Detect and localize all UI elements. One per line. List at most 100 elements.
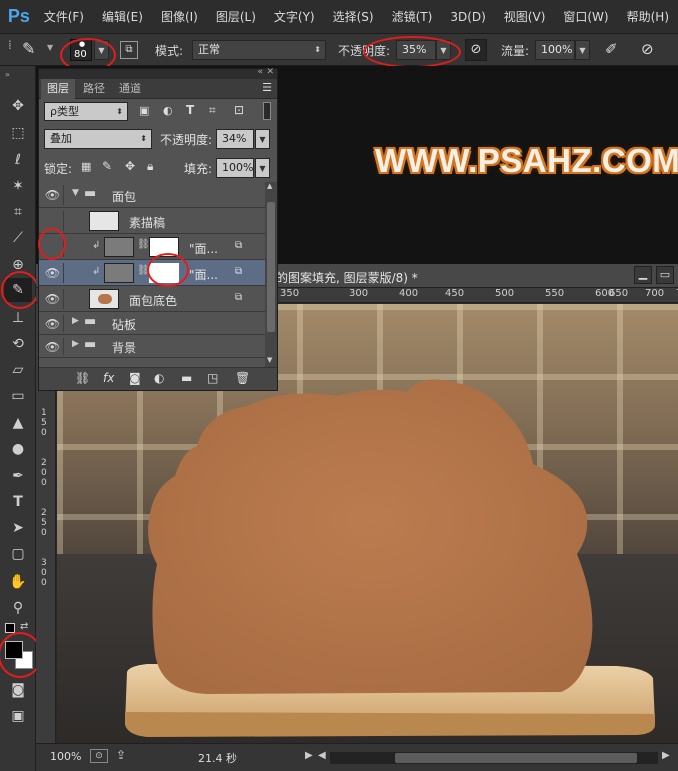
layer-list-scroll-thumb[interactable] <box>267 202 275 332</box>
path-selection-tool-icon[interactable]: ➤ <box>4 516 32 540</box>
brush-tool-preset-icon[interactable]: ✎ <box>22 39 35 58</box>
lock-pixels-icon[interactable]: ✎ <box>102 159 112 173</box>
panel-menu-icon[interactable]: ☰ <box>262 81 272 94</box>
menu-type[interactable]: 文字(Y) <box>265 8 324 25</box>
expand-arrow-icon[interactable]: ▼ <box>72 188 79 198</box>
menu-help[interactable]: 帮助(H) <box>618 8 678 25</box>
dodge-tool-icon[interactable]: ● <box>4 437 32 461</box>
trash-icon[interactable]: 🗑︎ <box>235 371 250 385</box>
filter-smart-object-icon[interactable]: ⊡ <box>234 103 244 117</box>
menu-window[interactable]: 窗口(W) <box>554 8 617 25</box>
healing-brush-tool-icon[interactable]: ⊕ <box>4 253 32 277</box>
layer-row-background-group[interactable]: 👁︎ ▶ ▬ 背景 <box>39 335 265 358</box>
lock-transparency-icon[interactable]: ▦ <box>81 160 91 173</box>
layer-name[interactable]: 素描稿 <box>129 214 165 231</box>
tab-paths[interactable]: 路径 <box>77 79 111 99</box>
adjustment-layer-icon[interactable]: ◐ <box>154 371 164 385</box>
lock-position-icon[interactable]: ✥ <box>125 159 135 173</box>
pressure-size-icon[interactable]: ⊘ <box>641 40 654 58</box>
zoom-level[interactable]: 100% <box>50 750 81 763</box>
filter-type-icon[interactable]: T <box>186 103 194 117</box>
move-tool-icon[interactable]: ✥ <box>4 94 32 118</box>
scroll-down-icon[interactable]: ▼ <box>267 356 272 364</box>
layer-name[interactable]: 面包 <box>112 188 136 205</box>
minimize-icon[interactable]: ▁ <box>634 266 652 284</box>
layer-opacity-field[interactable]: 34% <box>216 129 254 149</box>
visibility-off-box[interactable]: · <box>42 237 64 257</box>
menu-select[interactable]: 选择(S) <box>324 8 383 25</box>
flow-dropdown[interactable]: ▼ <box>575 40 590 60</box>
horizontal-scrollbar[interactable] <box>330 752 658 764</box>
layer-name[interactable]: "面... <box>189 266 218 283</box>
menu-file[interactable]: 文件(F) <box>35 8 93 25</box>
foreground-color-swatch[interactable] <box>5 641 23 659</box>
flow-field[interactable]: 100% <box>535 40 575 60</box>
layer-name[interactable]: 背景 <box>112 339 136 356</box>
layer-row-bread-group[interactable]: 👁︎ ▼ ▬ 面包 <box>39 182 265 208</box>
visibility-off-box[interactable]: · <box>42 211 64 231</box>
collapse-arrows-icon[interactable]: » <box>5 70 10 79</box>
pen-tool-icon[interactable]: ✒ <box>4 464 32 488</box>
stamp-tool-icon[interactable]: ⊥ <box>4 306 32 330</box>
magic-wand-tool-icon[interactable]: ✶ <box>4 174 32 198</box>
status-menu-arrow-icon[interactable]: ▶ <box>305 750 313 761</box>
swap-colors-icon[interactable]: ⇄ <box>20 621 28 632</box>
filter-shape-icon[interactable]: ⌗ <box>209 103 216 118</box>
zoom-tool-icon[interactable]: ⚲ <box>4 596 32 620</box>
menu-image[interactable]: 图像(I) <box>152 8 207 25</box>
menu-filter[interactable]: 滤镜(T) <box>383 8 442 25</box>
expand-arrow-icon[interactable]: ▶ <box>72 316 79 326</box>
default-colors-icon[interactable] <box>5 623 15 633</box>
restore-icon[interactable]: ▭ <box>656 266 674 284</box>
layer-name[interactable]: 砧板 <box>112 316 136 333</box>
layer-name[interactable]: "面... <box>189 240 218 257</box>
tab-channels[interactable]: 通道 <box>113 79 147 99</box>
layer-filter-select[interactable]: ρ类型 ⬍ <box>44 102 128 121</box>
filter-adjustment-icon[interactable]: ◐ <box>163 104 173 117</box>
fill-dropdown[interactable]: ▼ <box>255 158 270 178</box>
chain-link-icon[interactable]: ⛓︎ <box>137 265 150 276</box>
layer-opacity-dropdown[interactable]: ▼ <box>255 129 270 149</box>
tab-layers[interactable]: 图层 <box>41 79 75 99</box>
brush-tool-icon[interactable]: ✎ <box>4 278 32 302</box>
layer-name[interactable]: 面包底色 <box>129 292 177 309</box>
scroll-up-icon[interactable]: ▲ <box>267 182 272 190</box>
visibility-eye-icon[interactable]: 👁︎ <box>42 315 64 332</box>
blur-tool-icon[interactable]: ▲ <box>4 411 32 435</box>
menu-3d[interactable]: 3D(D) <box>441 10 494 24</box>
blend-mode-select[interactable]: 正常 ⬍ <box>192 40 326 60</box>
type-tool-icon[interactable]: T <box>4 490 32 514</box>
collapse-panel-icon[interactable]: « <box>257 67 263 77</box>
scroll-right-arrow-icon[interactable]: ▶ <box>662 750 670 761</box>
share-icon[interactable]: ⇪ <box>116 748 126 762</box>
menu-edit[interactable]: 编辑(E) <box>93 8 152 25</box>
visibility-eye-icon[interactable]: 👁︎ <box>42 289 64 309</box>
gradient-tool-icon[interactable]: ▭ <box>4 384 32 408</box>
brush-size-picker[interactable]: ● 80 <box>70 39 92 61</box>
layer-list-scrollbar[interactable]: ▲ ▼ <box>265 182 277 367</box>
eyedropper-tool-icon[interactable]: ⟋ <box>4 226 32 250</box>
scroll-left-arrow-icon[interactable]: ◀ <box>318 750 326 761</box>
menu-layer[interactable]: 图层(L) <box>207 8 265 25</box>
layer-row-board-group[interactable]: 👁︎ ▶ ▬ 砧板 <box>39 312 265 335</box>
menu-view[interactable]: 视图(V) <box>495 8 555 25</box>
visibility-eye-icon[interactable]: 👁︎ <box>42 338 64 355</box>
opacity-dropdown[interactable]: ▼ <box>436 40 451 60</box>
proof-icon[interactable]: ⊙ <box>90 749 108 763</box>
airbrush-icon[interactable]: ✐ <box>605 40 618 58</box>
link-layers-icon[interactable]: ⛓︎ <box>75 371 90 385</box>
eraser-tool-icon[interactable]: ▱ <box>4 358 32 382</box>
layer-row-pattern-fill-2[interactable]: 👁︎ ↲ ⛓︎ "面... ⧉ <box>39 260 265 286</box>
visibility-eye-icon[interactable]: 👁︎ <box>42 185 64 205</box>
lock-all-icon[interactable]: 🔒︎ <box>147 159 153 174</box>
layer-blend-mode-select[interactable]: 叠加 ⬍ <box>44 129 152 149</box>
new-layer-icon[interactable]: ◳ <box>207 371 218 385</box>
new-group-icon[interactable]: ▬ <box>181 371 192 385</box>
opacity-field[interactable]: 35% <box>396 40 436 60</box>
lasso-tool-icon[interactable]: ℓ <box>4 148 32 172</box>
add-mask-icon[interactable]: ◙ <box>129 371 141 385</box>
crop-tool-icon[interactable]: ⌗ <box>4 200 32 224</box>
filter-toggle[interactable] <box>263 102 271 120</box>
brush-size-dropdown[interactable]: ▼ <box>94 40 109 60</box>
marquee-tool-icon[interactable]: ⬚ <box>4 121 32 145</box>
